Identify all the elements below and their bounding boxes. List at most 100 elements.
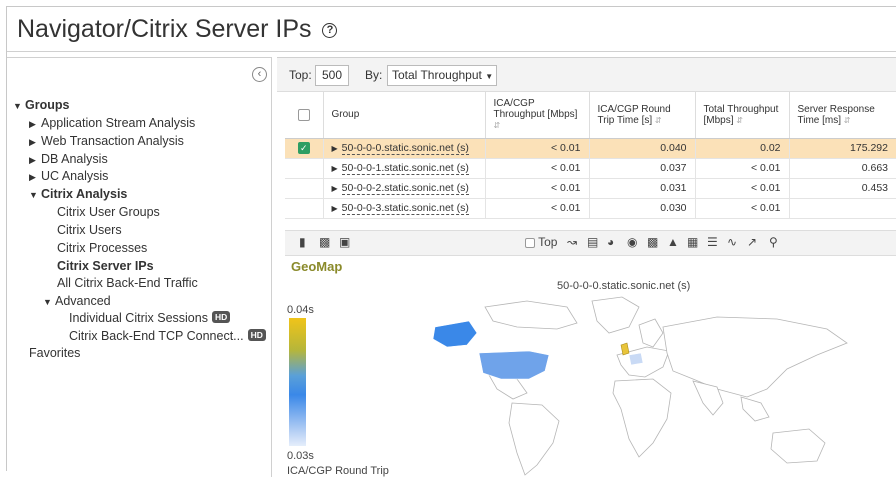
top-checkbox-box[interactable] <box>525 237 535 248</box>
tree-individual-citrix-sessions[interactable]: Individual Citrix Sessions HD <box>69 311 231 325</box>
sort-icon[interactable]: ⇵ <box>494 121 501 130</box>
sort-icon[interactable]: ⇵ <box>844 116 851 125</box>
table-row[interactable]: ▶ 50-0-0-2.static.sonic.net (s) < 0.01 0.… <box>285 178 896 199</box>
group-link[interactable]: 50-0-0-1.static.sonic.net (s) <box>341 162 469 175</box>
new-document-icon[interactable]: ▮ <box>299 235 306 249</box>
area-chart-icon[interactable]: ▤ <box>587 235 598 249</box>
tree-citrix-server-ips[interactable]: Citrix Server IPs <box>57 259 154 273</box>
table-row[interactable]: ▶ 50-0-0-3.static.sonic.net (s) < 0.01 0.… <box>285 198 896 219</box>
server-response-cell: 0.453 <box>789 178 896 199</box>
list-icon[interactable]: ☰ <box>707 235 718 249</box>
tree-citrix-processes[interactable]: Citrix Processes <box>57 241 147 255</box>
total-throughput-cell: < 0.01 <box>695 158 790 179</box>
top-label: Top: <box>289 68 312 82</box>
map-se-asia <box>740 396 770 422</box>
total-throughput-cell: 0.02 <box>695 138 790 159</box>
sort-icon[interactable]: ⇵ <box>655 116 662 125</box>
table-icon[interactable]: ▦ <box>687 235 698 249</box>
select-all-checkbox[interactable] <box>297 108 310 121</box>
server-response-cell <box>789 198 896 219</box>
expand-caret-icon[interactable]: ▶ <box>332 204 338 213</box>
geomap-subtitle: 50-0-0-0.static.sonic.net (s) <box>557 280 691 292</box>
caret-down-icon[interactable]: ▼ <box>29 190 41 200</box>
server-response-cell: 175.292 <box>789 138 896 159</box>
ica-throughput-cell: < 0.01 <box>485 198 590 219</box>
group-cell[interactable]: ▶ 50-0-0-2.static.sonic.net (s) <box>323 178 486 199</box>
map-pin-icon[interactable]: ⚲ <box>769 235 778 249</box>
col-group[interactable]: Group <box>323 92 486 139</box>
tree-citrix-analysis[interactable]: ▼ Citrix Analysis <box>29 187 127 201</box>
select-all-header[interactable] <box>285 92 324 139</box>
pulse-icon[interactable]: ∿ <box>727 235 737 249</box>
row-select-cell[interactable]: ✓ <box>285 138 324 159</box>
tree-application-stream-analysis[interactable]: ▶ Application Stream Analysis <box>29 116 195 130</box>
bar-chart-icon[interactable]: ▩ <box>647 235 658 249</box>
tree-citrix-users[interactable]: Citrix Users <box>57 223 122 237</box>
caret-right-icon[interactable]: ▶ <box>29 137 41 148</box>
world-map[interactable] <box>417 293 887 478</box>
hd-badge: HD <box>247 329 266 341</box>
sort-by-value: Total Throughput <box>392 68 482 82</box>
collapse-sidebar-icon[interactable]: ‹ <box>252 67 267 82</box>
tree-citrix-user-groups[interactable]: Citrix User Groups <box>57 205 160 219</box>
map-canada <box>432 320 478 348</box>
column-label: Server Response Time [ms] <box>797 103 875 126</box>
group-cell[interactable]: ▶ 50-0-0-1.static.sonic.net (s) <box>323 158 486 179</box>
geomap-title: GeoMap <box>291 259 343 274</box>
tree-all-citrix-back-end-traffic[interactable]: All Citrix Back-End Traffic <box>57 276 198 290</box>
mountain-chart-icon[interactable]: ▲ <box>667 235 679 249</box>
group-cell[interactable]: ▶ 50-0-0-3.static.sonic.net (s) <box>323 198 486 219</box>
tree-label: Citrix Users <box>57 223 122 237</box>
tree-web-transaction-analysis[interactable]: ▶ Web Transaction Analysis <box>29 134 184 148</box>
page-title-text: Navigator/Citrix Server IPs <box>17 15 312 43</box>
save-icon[interactable]: ▣ <box>339 235 350 249</box>
caret-down-icon[interactable]: ▼ <box>13 101 25 111</box>
col-ica-throughput[interactable]: ICA/CGP Throughput [Mbps] ⇵ <box>485 92 590 139</box>
server-response-cell: 0.663 <box>789 158 896 179</box>
sort-by-select[interactable]: Total Throughput ▼ <box>387 65 497 86</box>
col-server-response[interactable]: Server Response Time [ms] ⇵ <box>789 92 896 139</box>
ica-throughput-cell: < 0.01 <box>485 158 590 179</box>
top-count-input[interactable]: 500 <box>315 65 349 86</box>
col-ica-rtt[interactable]: ICA/CGP Round Trip Time [s] ⇵ <box>589 92 696 139</box>
map-western-europe <box>628 352 644 366</box>
expand-caret-icon[interactable]: ▶ <box>332 184 338 193</box>
donut-chart-icon[interactable]: ◉ <box>627 235 637 249</box>
group-link[interactable]: 50-0-0-0.static.sonic.net (s) <box>341 142 469 155</box>
tree-groups[interactable]: ▼ Groups <box>13 98 69 112</box>
group-link[interactable]: 50-0-0-3.static.sonic.net (s) <box>341 202 469 215</box>
caret-right-icon[interactable]: ▶ <box>29 172 41 183</box>
col-total-throughput[interactable]: Total Throughput [Mbps] ⇵ <box>695 92 790 139</box>
expand-caret-icon[interactable]: ▶ <box>332 164 338 173</box>
row-select-cell[interactable] <box>285 178 324 199</box>
caret-right-icon[interactable]: ▶ <box>29 155 41 166</box>
map-united-states <box>478 350 550 380</box>
row-select-cell[interactable] <box>285 158 324 179</box>
top-checkbox[interactable]: Top <box>525 235 557 249</box>
row-select-cell[interactable] <box>285 198 324 219</box>
tree-favorites[interactable]: Favorites <box>29 346 80 360</box>
tree-citrix-back-end-tcp-connections[interactable]: Citrix Back-End TCP Connect... HD <box>69 329 266 343</box>
sort-icon[interactable]: ⇵ <box>736 116 743 125</box>
caret-right-icon[interactable]: ▶ <box>29 119 41 130</box>
expand-caret-icon[interactable]: ▶ <box>332 144 338 153</box>
group-cell[interactable]: ▶ 50-0-0-0.static.sonic.net (s) <box>323 138 486 159</box>
line-chart-icon[interactable]: ↝ <box>567 235 577 249</box>
tree-advanced[interactable]: ▼ Advanced <box>43 294 111 308</box>
table-row[interactable]: ✓ ▶ 50-0-0-0.static.sonic.net (s) < 0.01 … <box>285 138 896 159</box>
column-label: Group <box>331 109 360 121</box>
trend-chart-icon[interactable]: ↗ <box>747 235 757 249</box>
tree-db-analysis[interactable]: ▶ DB Analysis <box>29 152 108 166</box>
caret-down-icon[interactable]: ▼ <box>43 297 55 307</box>
pie-chart-icon[interactable]: ◕ <box>607 235 614 249</box>
group-link[interactable]: 50-0-0-2.static.sonic.net (s) <box>341 182 469 195</box>
chevron-down-icon: ▼ <box>485 72 494 81</box>
open-folder-icon[interactable]: ▩ <box>319 235 330 249</box>
help-icon[interactable]: ? <box>322 22 338 38</box>
column-label: ICA/CGP Throughput [Mbps] <box>493 98 578 121</box>
tree-uc-analysis[interactable]: ▶ UC Analysis <box>29 169 108 183</box>
rtt-cell: 0.037 <box>589 158 696 179</box>
map-greenland <box>591 296 640 334</box>
row-checkbox-checked[interactable]: ✓ <box>297 142 310 155</box>
table-row[interactable]: ▶ 50-0-0-1.static.sonic.net (s) < 0.01 0.… <box>285 158 896 179</box>
